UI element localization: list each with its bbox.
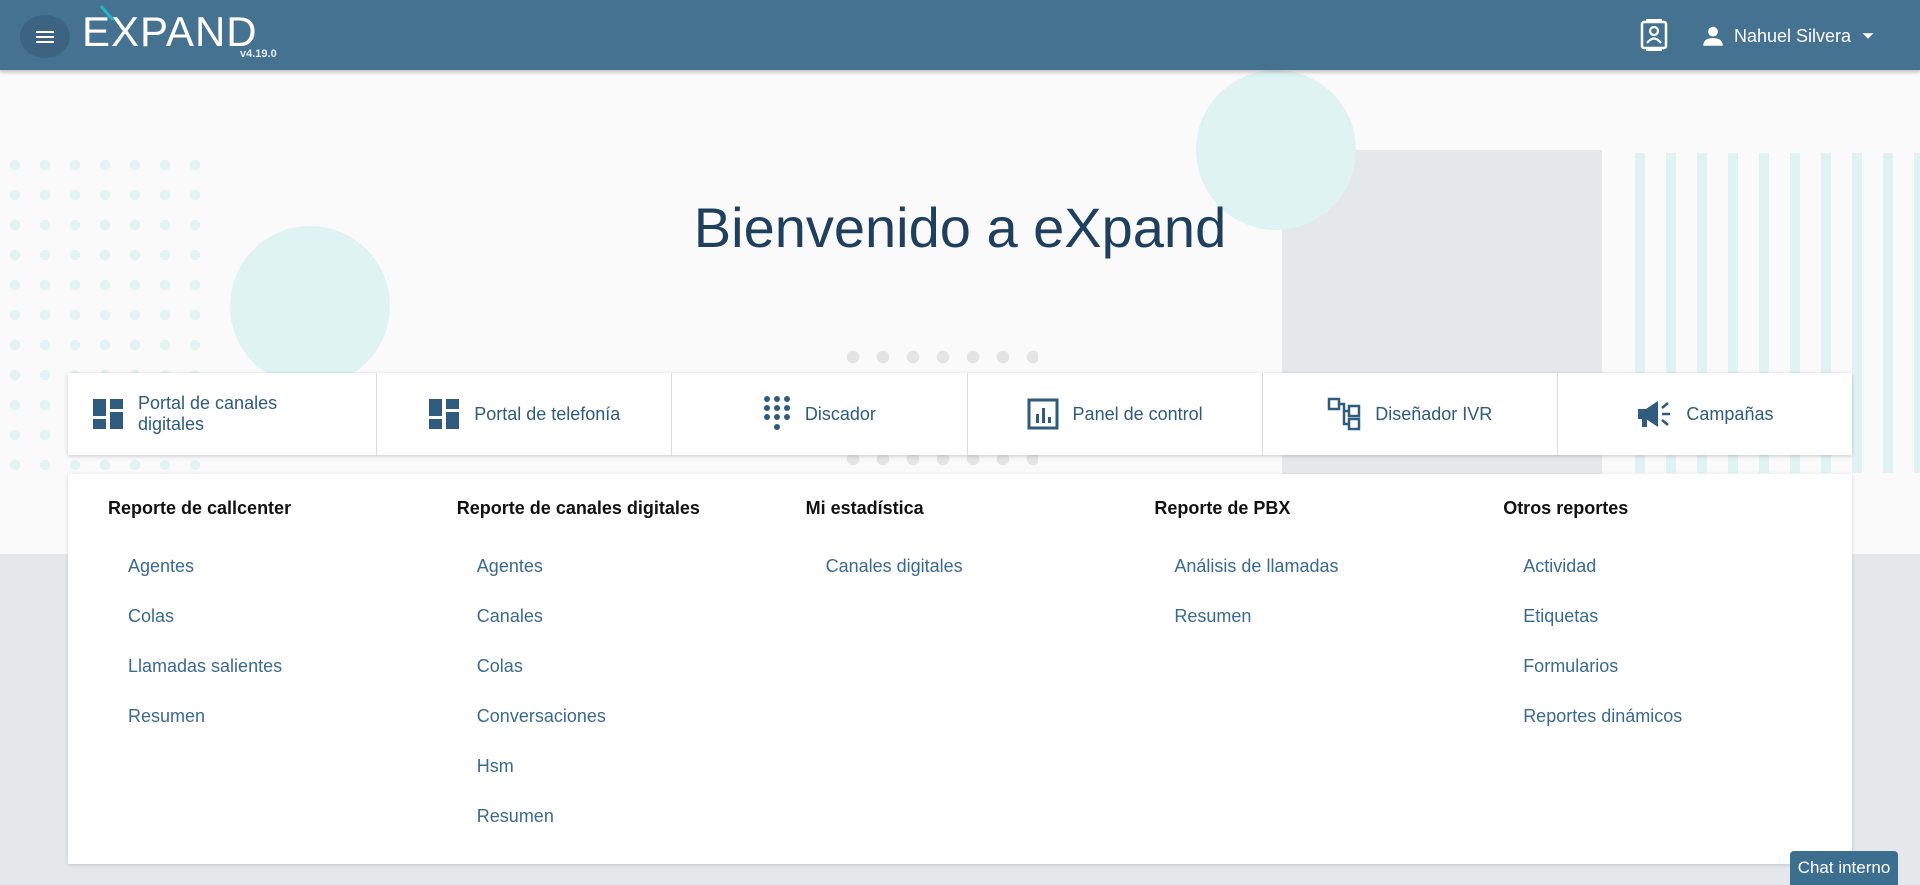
version-label: v4.19.0 [240,48,277,60]
report-link[interactable]: Canales [457,606,806,656]
caret-down-icon [1862,33,1874,39]
report-column-otros: Otros reportes Actividad Etiquetas Formu… [1503,474,1852,864]
report-column-title: Reporte de PBX [1154,498,1291,518]
report-link[interactable]: Resumen [108,706,457,756]
dashboard-icon [93,399,123,429]
portal-canales-digitales[interactable]: Portal de canales digitales [68,373,378,455]
welcome-title: Bienvenido a eXpand [693,196,1227,259]
portal-label: Portal de telefonía [474,403,621,424]
report-column-mi-estadistica: Mi estadística Canales digitales [806,474,1155,864]
top-bar: EXPAND v4.19.0 Nahuel Silvera [0,0,1920,70]
report-link[interactable]: Conversaciones [457,706,806,756]
report-link[interactable]: Llamadas salientes [108,656,457,706]
report-column-callcenter: Reporte de callcenter Agentes Colas Llam… [108,474,457,864]
report-link[interactable]: Hsm [457,756,806,806]
chat-interno-button[interactable]: Chat interno [1790,851,1898,885]
report-link[interactable]: Canales digitales [806,556,1155,606]
logo: EXPAND v4.19.0 [82,5,282,60]
portal-label: Campañas [1686,403,1774,424]
report-link[interactable]: Formularios [1503,656,1852,706]
report-link[interactable]: Resumen [457,806,806,856]
menu-button[interactable] [20,15,70,58]
portal-discador[interactable]: Discador [672,373,968,455]
megaphone-icon [1638,401,1671,427]
hamburger-icon [36,30,54,43]
user-menu[interactable]: Nahuel Silvera [1700,20,1879,52]
dialpad-icon [763,396,790,430]
report-column-canales-digitales: Reporte de canales digitales Agentes Can… [457,474,806,864]
person-icon [1703,26,1723,46]
contacts-button[interactable] [1638,18,1670,52]
dots-decoration [838,349,1038,365]
portal-label: Panel de control [1072,403,1203,424]
report-link[interactable]: Resumen [1154,606,1503,656]
contacts-icon [1640,19,1668,51]
portal-panel-control[interactable]: Panel de control [968,373,1263,455]
reports-card: Reporte de callcenter Agentes Colas Llam… [68,474,1852,864]
analytics-icon [1027,398,1059,430]
report-link[interactable]: Análisis de llamadas [1154,556,1503,606]
report-column-title: Mi estadística [805,498,924,518]
portal-disenador-ivr[interactable]: Diseñador IVR [1263,373,1558,455]
report-link[interactable]: Agentes [457,556,806,606]
portal-label: Diseñador IVR [1375,403,1493,424]
report-link[interactable]: Agentes [108,556,457,606]
report-link[interactable]: Etiquetas [1503,606,1852,656]
portal-label: Discador [804,403,876,424]
flow-icon [1327,397,1361,431]
report-column-pbx: Reporte de PBX Análisis de llamadas Resu… [1154,474,1503,864]
portal-campanas[interactable]: Campañas [1558,373,1852,455]
report-link[interactable]: Actividad [1503,556,1852,606]
portals-bar: Portal de canales digitales Portal de te… [68,373,1852,455]
report-column-title: Reporte de canales digitales [456,498,700,518]
report-column-title: Reporte de callcenter [108,498,292,518]
portal-telefonia[interactable]: Portal de telefonía [377,373,673,455]
user-name: Nahuel Silvera [1734,25,1852,46]
report-column-title: Otros reportes [1503,498,1629,518]
logo-accent [99,5,115,21]
report-link[interactable]: Reportes dinámicos [1503,706,1852,756]
portal-label: Portal de canales digitales [138,393,278,434]
report-link[interactable]: Colas [457,656,806,706]
dashboard-icon [429,399,460,429]
report-link[interactable]: Colas [108,606,457,656]
